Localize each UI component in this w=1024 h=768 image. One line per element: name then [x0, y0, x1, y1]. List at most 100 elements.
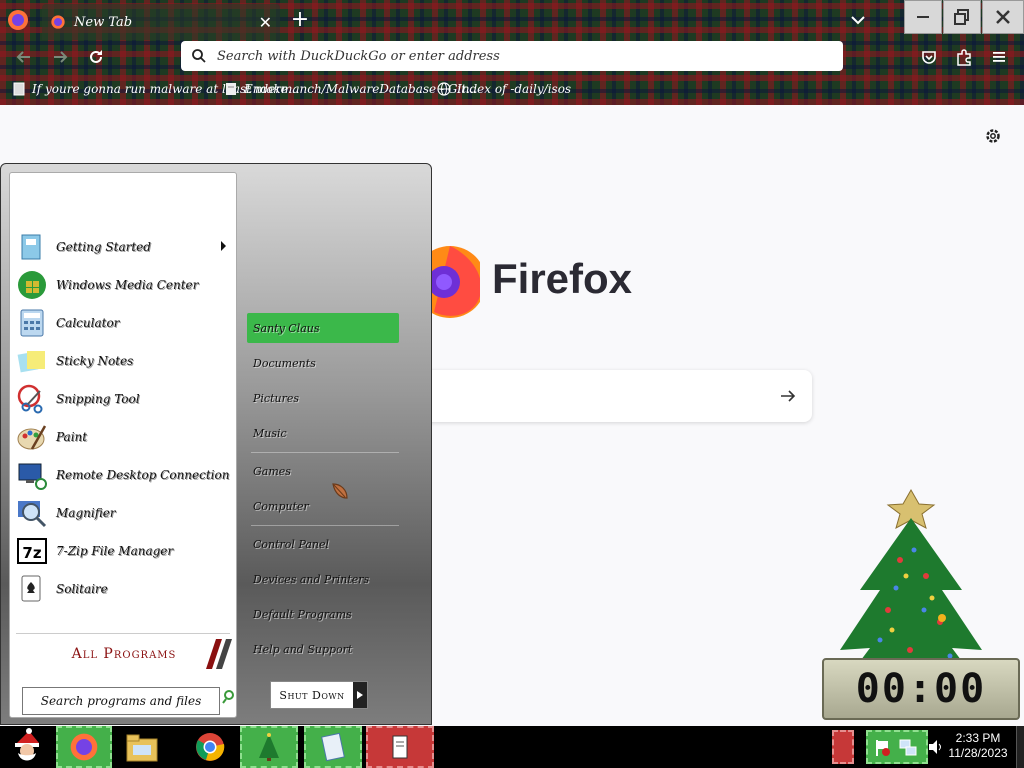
program-label: 7-Zip File Manager	[56, 544, 174, 558]
program-snipping-tool[interactable]: Snipping Tool	[16, 381, 232, 417]
action-center-flag-icon[interactable]	[874, 738, 892, 758]
bookmark-item[interactable]: Index of -daily/isos	[437, 78, 571, 100]
taskbar-document[interactable]	[366, 726, 434, 768]
start-menu-item-label: Documents	[253, 356, 316, 370]
santa-start-icon	[15, 728, 39, 761]
start-menu: Getting Started Windows Media Center Cal…	[0, 163, 432, 725]
start-menu-item-devices-printers[interactable]: Devices and Printers	[247, 564, 399, 594]
extensions-button[interactable]	[953, 46, 975, 68]
folder-icon	[126, 734, 158, 762]
firefox-icon	[70, 733, 98, 761]
mouse-cursor-icon	[332, 483, 348, 499]
divider	[16, 633, 230, 634]
start-menu-item-label: Help and Support	[253, 642, 353, 656]
bookmark-label: Index of -daily/isos	[457, 82, 572, 96]
minimize-button[interactable]	[904, 0, 942, 34]
program-remote-desktop[interactable]: Remote Desktop Connection	[16, 457, 232, 493]
program-calculator[interactable]: Calculator	[16, 305, 232, 341]
sticky-notes-icon	[17, 351, 45, 373]
program-windows-media-center[interactable]: Windows Media Center	[16, 267, 232, 303]
clock-date: 11/28/2023	[948, 746, 1008, 760]
start-menu-item-games[interactable]: Games	[247, 456, 399, 486]
taskbar-notepad[interactable]	[304, 726, 362, 768]
new-tab-button[interactable]: +	[288, 8, 312, 32]
start-menu-item-label: Computer	[253, 499, 309, 513]
snipping-tool-icon	[17, 384, 43, 414]
program-label: Calculator	[56, 316, 120, 330]
start-menu-item-default-programs[interactable]: Default Programs	[247, 599, 399, 629]
tab-title: New Tab	[74, 14, 133, 30]
start-menu-programs-pane: Getting Started Windows Media Center Cal…	[9, 172, 237, 718]
restore-button[interactable]	[943, 0, 981, 34]
start-menu-item-computer[interactable]: Computer	[247, 491, 399, 521]
pocket-icon	[922, 51, 936, 64]
start-menu-item-music[interactable]: Music	[247, 418, 399, 448]
program-label: Getting Started	[56, 240, 151, 254]
program-getting-started[interactable]: Getting Started	[16, 229, 232, 265]
puzzle-icon	[957, 49, 971, 66]
stripes-decoration-icon	[206, 639, 232, 669]
firefox-wordmark: Firefox	[492, 255, 633, 302]
program-label: Snipping Tool	[56, 392, 140, 406]
start-menu-item-documents[interactable]: Documents	[247, 348, 399, 378]
shutdown-button[interactable]: Shut Down	[270, 681, 368, 709]
divider	[251, 525, 399, 526]
start-menu-item-help-support[interactable]: Help and Support	[247, 634, 399, 664]
network-icon[interactable]	[898, 738, 918, 758]
firefox-tab-icon	[51, 15, 65, 29]
all-programs-button[interactable]: All Programs	[14, 639, 234, 669]
address-bar[interactable]: Search with DuckDuckGo or enter address	[181, 41, 843, 71]
program-magnifier[interactable]: Magnifier	[16, 495, 232, 531]
magnifier-icon	[18, 501, 47, 528]
reload-button[interactable]	[84, 46, 108, 68]
forward-button[interactable]	[48, 46, 72, 68]
program-solitaire[interactable]: Solitaire	[16, 571, 232, 607]
close-window-button[interactable]	[982, 0, 1024, 34]
menu-button[interactable]	[988, 46, 1010, 68]
program-sticky-notes[interactable]: Sticky Notes	[16, 343, 232, 379]
program-7zip[interactable]: 7z 7-Zip File Manager	[16, 533, 232, 569]
program-label: Magnifier	[56, 506, 116, 520]
pocket-button[interactable]	[918, 46, 940, 68]
document-icon	[392, 735, 408, 759]
program-label: Paint	[56, 430, 88, 444]
firefox-icon[interactable]	[6, 8, 30, 32]
program-label: Solitaire	[56, 582, 108, 596]
hamburger-icon	[993, 52, 1005, 62]
newtab-search-box[interactable]	[420, 370, 812, 422]
chevron-down-icon[interactable]	[848, 10, 868, 30]
gear-icon[interactable]	[984, 127, 1002, 145]
chrome-icon	[196, 733, 225, 761]
notepad-icon	[321, 732, 345, 762]
book-icon	[13, 82, 25, 96]
start-menu-item-santy-claus[interactable]: Santy Claus	[247, 313, 399, 343]
getting-started-icon	[21, 234, 41, 260]
search-icon[interactable]	[222, 689, 238, 705]
back-button[interactable]	[12, 46, 36, 68]
start-menu-item-pictures[interactable]: Pictures	[247, 383, 399, 413]
taskbar-chrome[interactable]	[184, 726, 236, 768]
calculator-icon	[20, 309, 44, 337]
taskbar-firefox[interactable]	[56, 726, 112, 768]
close-tab-icon[interactable]: ✕	[259, 13, 272, 32]
start-button[interactable]	[4, 726, 50, 768]
start-menu-item-control-panel[interactable]: Control Panel	[247, 529, 399, 559]
divider	[251, 452, 399, 453]
taskbar-explorer[interactable]	[116, 726, 168, 768]
clock-gadget[interactable]: 00:00	[822, 658, 1020, 720]
start-menu-item-label: Games	[253, 464, 291, 478]
taskbar-christmas-tree[interactable]	[240, 726, 298, 768]
start-search-input[interactable]	[22, 687, 220, 715]
show-hidden-icons-button[interactable]	[832, 730, 854, 764]
taskbar-clock[interactable]: 2:33 PM 11/28/2023	[940, 731, 1016, 761]
shutdown-options-button[interactable]	[353, 682, 367, 708]
program-paint[interactable]: Paint	[16, 419, 232, 455]
tab-new-tab[interactable]: New Tab ✕	[42, 4, 280, 40]
page-icon	[226, 83, 236, 95]
program-label: Remote Desktop Connection	[56, 468, 230, 482]
program-label: Sticky Notes	[56, 354, 134, 368]
back-arrow-icon	[16, 51, 30, 63]
svg-text:7z: 7z	[22, 544, 41, 562]
show-desktop-button[interactable]	[1016, 726, 1024, 768]
arrow-right-icon[interactable]	[778, 386, 798, 406]
